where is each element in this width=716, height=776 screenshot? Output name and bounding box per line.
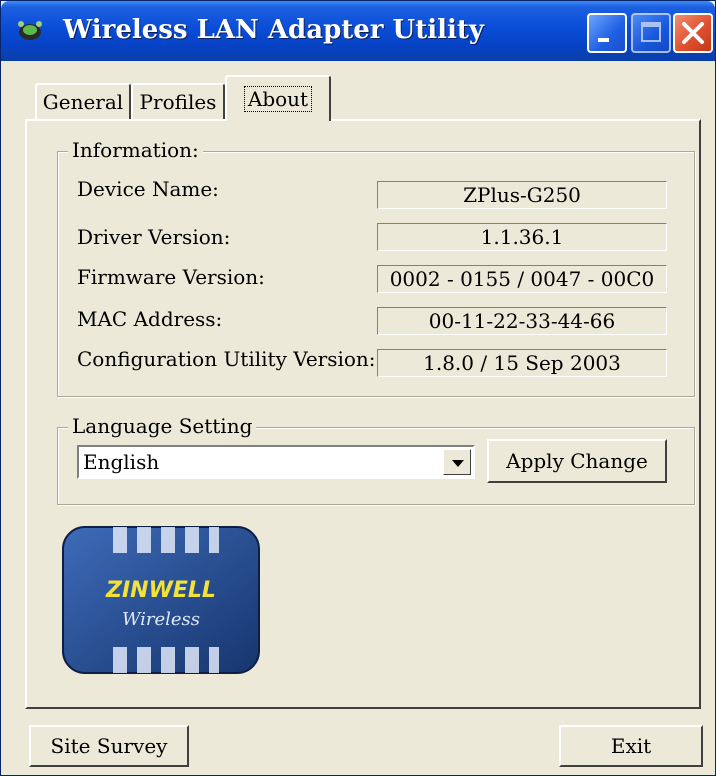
language-select-value: English <box>83 450 160 474</box>
exit-button[interactable]: Exit <box>559 725 703 767</box>
chevron-down-icon[interactable] <box>443 449 471 475</box>
firmware-version-value: 0002 - 0155 / 0047 - 00C0 <box>377 265 667 293</box>
maximize-button[interactable] <box>631 13 671 53</box>
minimize-button[interactable] <box>587 13 627 53</box>
driver-version-value: 1.1.36.1 <box>377 223 667 251</box>
device-name-label: Device Name: <box>77 177 219 201</box>
apply-change-button[interactable]: Apply Change <box>487 439 667 483</box>
site-survey-label: Site Survey <box>50 734 168 758</box>
close-icon <box>682 22 704 44</box>
config-utility-version-value: 1.8.0 / 15 Sep 2003 <box>377 349 667 377</box>
main-window: Wireless LAN Adapter Utility General Pro… <box>0 0 716 776</box>
mac-address-value: 00-11-22-33-44-66 <box>377 307 667 335</box>
tab-general[interactable]: General <box>35 83 131 119</box>
mac-address-label: MAC Address: <box>77 307 223 331</box>
minimize-icon <box>598 38 609 42</box>
information-legend: Information: <box>68 138 203 162</box>
window-title: Wireless LAN Adapter Utility <box>63 15 484 45</box>
wireless-adapter-icon <box>18 21 42 40</box>
tab-general-label: General <box>42 90 124 114</box>
tab-about-label: About <box>243 86 313 112</box>
close-button[interactable] <box>673 13 713 53</box>
language-select[interactable]: English <box>77 445 475 479</box>
tab-profiles[interactable]: Profiles <box>131 83 225 119</box>
apply-change-label: Apply Change <box>506 449 648 473</box>
title-bar[interactable]: Wireless LAN Adapter Utility <box>1 1 715 61</box>
firmware-version-label: Firmware Version: <box>77 265 265 289</box>
site-survey-button[interactable]: Site Survey <box>29 725 189 767</box>
driver-version-label: Driver Version: <box>77 225 231 249</box>
config-utility-version-label: Configuration Utility Version: <box>77 347 376 371</box>
tab-about[interactable]: About <box>225 75 331 121</box>
logo-tagline: Wireless <box>122 609 200 630</box>
exit-label: Exit <box>610 734 652 758</box>
logo-brand: ZINWELL <box>105 578 216 603</box>
language-setting-legend: Language Setting <box>68 414 257 438</box>
zinwell-logo: ZINWELL Wireless <box>62 526 260 674</box>
tab-profiles-label: Profiles <box>139 90 217 114</box>
device-name-value: ZPlus-G250 <box>377 181 667 209</box>
maximize-icon <box>641 22 661 42</box>
